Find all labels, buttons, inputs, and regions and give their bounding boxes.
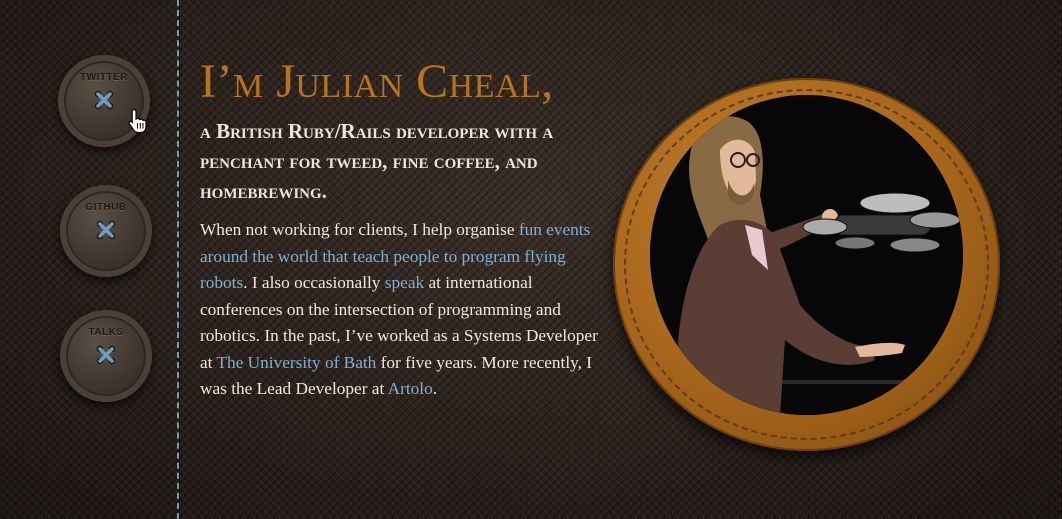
github-button[interactable]: GITHUB xyxy=(60,185,152,277)
button-holes-icon xyxy=(94,343,118,367)
profile-photo-frame xyxy=(613,78,1000,451)
bio-text: . xyxy=(432,379,438,398)
button-holes-icon xyxy=(92,88,116,112)
profile-photo xyxy=(650,95,963,415)
page-title: I’m Julian Cheal, xyxy=(200,55,554,108)
bio-text: When not working for clients, I help org… xyxy=(200,220,519,239)
stitch-shadow xyxy=(179,0,180,519)
stitch-line xyxy=(177,0,179,519)
talks-button-label: TALKS xyxy=(88,327,124,338)
university-of-bath-link[interactable]: The University of Bath xyxy=(216,353,376,372)
speak-link[interactable]: speak xyxy=(385,273,424,292)
twitter-button-label: TWITTER xyxy=(80,72,128,83)
tagline: a British Ruby/Rails developer with a pe… xyxy=(200,119,554,203)
talks-button[interactable]: TALKS xyxy=(60,310,152,402)
bio-text: . I also occasionally xyxy=(243,273,385,292)
pointer-cursor-icon xyxy=(127,108,149,134)
artolo-link[interactable]: Artolo xyxy=(388,379,433,398)
button-holes-icon xyxy=(94,218,118,242)
github-button-label: GITHUB xyxy=(85,202,127,213)
bio-paragraph: When not working for clients, I help org… xyxy=(200,217,600,403)
